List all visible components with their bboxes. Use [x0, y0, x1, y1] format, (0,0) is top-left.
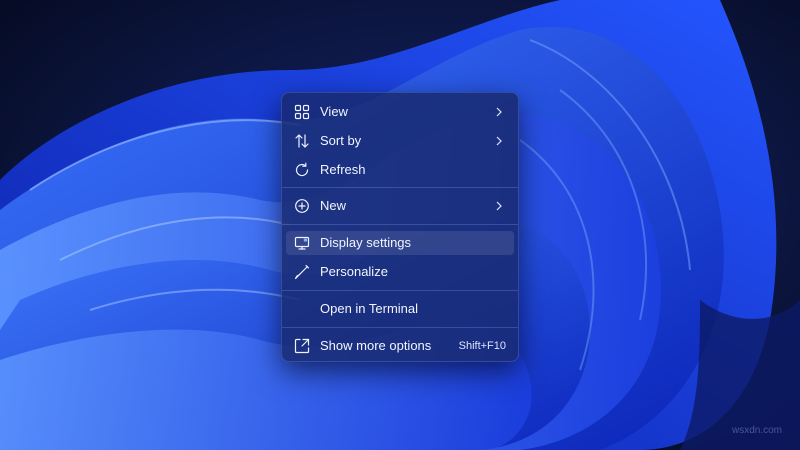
menu-separator — [282, 224, 518, 225]
menu-item-open-in-terminal[interactable]: Open in Terminal — [286, 297, 514, 321]
menu-item-new[interactable]: New — [286, 194, 514, 218]
grid-icon — [294, 104, 310, 120]
menu-item-label: Sort by — [320, 133, 362, 148]
menu-separator — [282, 187, 518, 188]
display-icon — [294, 235, 310, 251]
refresh-icon — [294, 162, 310, 178]
menu-item-label: Show more options — [320, 338, 432, 353]
watermark: wsxdn.com — [731, 425, 782, 436]
keyboard-shortcut: Shift+F10 — [458, 340, 506, 352]
menu-item-label: Display settings — [320, 235, 412, 250]
menu-item-refresh[interactable]: Refresh — [286, 158, 514, 182]
chevron-right-icon — [494, 199, 504, 213]
menu-item-label: Open in Terminal — [320, 301, 419, 316]
plus-circle-icon — [294, 198, 310, 214]
sort-icon — [294, 133, 310, 149]
menu-item-label: View — [320, 104, 348, 119]
brush-icon — [294, 264, 310, 280]
menu-item-label: Refresh — [320, 162, 366, 177]
menu-item-personalize[interactable]: Personalize — [286, 260, 514, 284]
chevron-right-icon — [494, 105, 504, 119]
menu-item-label: Personalize — [320, 264, 388, 279]
menu-separator — [282, 327, 518, 328]
menu-separator — [282, 290, 518, 291]
expand-icon — [294, 338, 310, 354]
menu-item-display-settings[interactable]: Display settings — [286, 231, 514, 255]
menu-item-label: New — [320, 198, 347, 213]
menu-item-show-more-options[interactable]: Show more options Shift+F10 — [286, 334, 514, 358]
chevron-right-icon — [494, 134, 504, 148]
desktop-context-menu: View Sort by Refresh New Display setting… — [281, 92, 519, 362]
menu-item-view[interactable]: View — [286, 100, 514, 124]
menu-item-sort-by[interactable]: Sort by — [286, 129, 514, 153]
